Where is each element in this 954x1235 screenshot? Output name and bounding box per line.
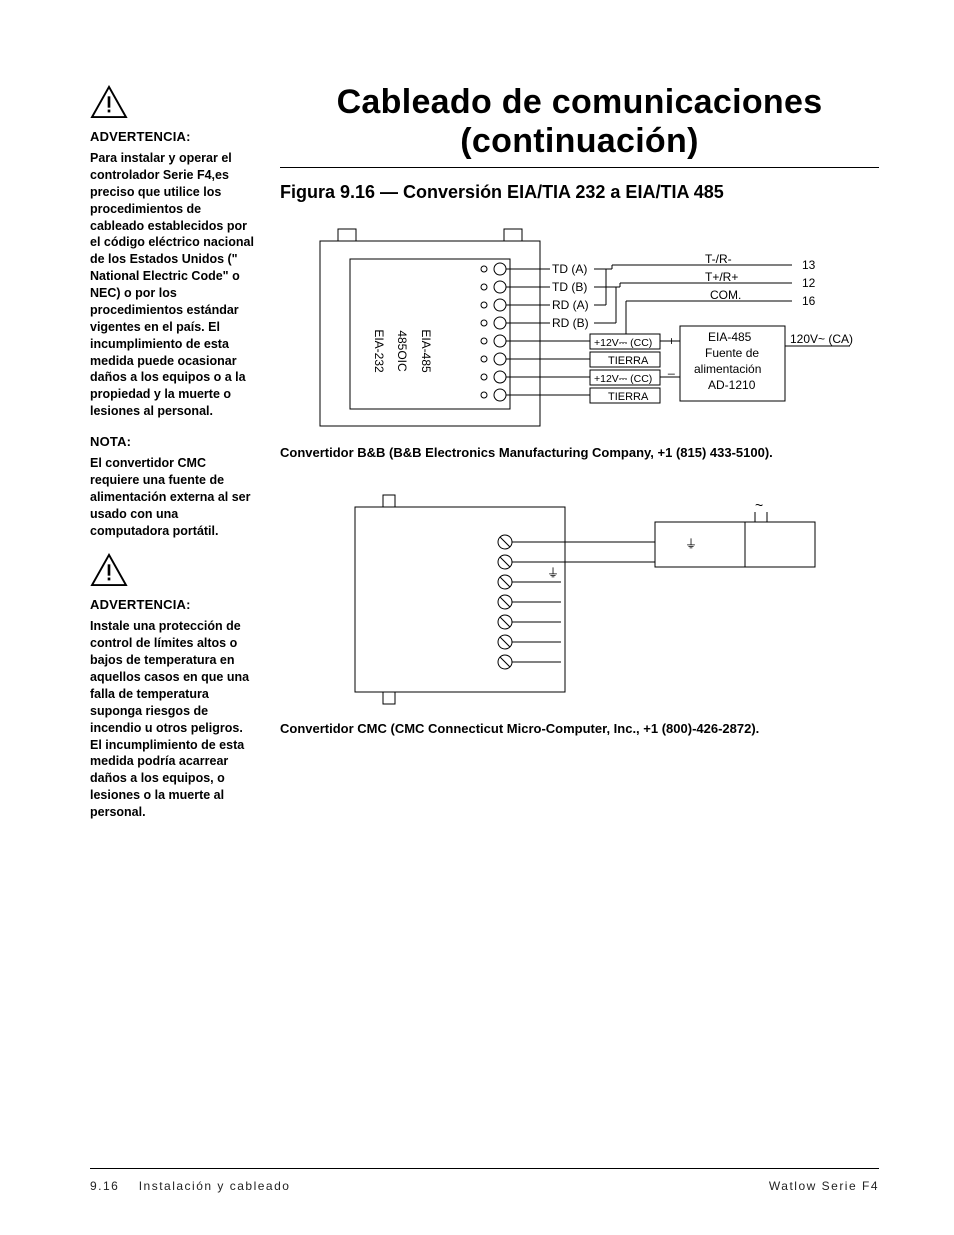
title-rule — [280, 167, 879, 168]
svg-text:13: 13 — [802, 258, 816, 272]
svg-text:T+/R+: T+/R+ — [705, 270, 738, 284]
warning-icon — [90, 85, 128, 119]
note-heading: NOTA: — [90, 434, 255, 449]
diagram-bb: EIA-232 485OIC EIA-485 — [280, 221, 879, 431]
main-content: Cableado de comunicaciones (continuación… — [280, 85, 879, 835]
svg-text:T-/R-: T-/R- — [705, 252, 732, 266]
svg-text:RD (A): RD (A) — [552, 298, 589, 312]
page-title: Cableado de comunicaciones (continuación… — [280, 83, 879, 161]
figure-heading: Figura 9.16 — Conversión EIA/TIA 232 a E… — [280, 182, 879, 203]
svg-text:Fuente de: Fuente de — [705, 346, 759, 360]
footer-section: Instalación y cableado — [139, 1179, 291, 1193]
warning1-body: Para instalar y operar el controlador Se… — [90, 150, 255, 420]
svg-text:12: 12 — [802, 276, 816, 290]
svg-text:TIERRA: TIERRA — [608, 391, 649, 403]
warning2-heading: ADVERTENCIA: — [90, 597, 255, 612]
sidebar: ADVERTENCIA: Para instalar y operar el c… — [90, 85, 255, 835]
caption-cmc: Convertidor CMC (CMC Connecticut Micro-C… — [280, 721, 879, 736]
svg-text:alimentación: alimentación — [694, 362, 761, 376]
warning-icon — [90, 553, 128, 587]
diagram-cmc: ~ ⏚ ⏚ — [280, 482, 879, 707]
svg-text:RD (B): RD (B) — [552, 316, 589, 330]
svg-text:⏚: ⏚ — [547, 566, 559, 580]
svg-text:TIERRA: TIERRA — [608, 355, 649, 367]
page-footer: 9.16 Instalación y cableado Watlow Serie… — [90, 1168, 879, 1193]
svg-text:+12V⎓ (CC): +12V⎓ (CC) — [594, 373, 652, 385]
svg-text:TD (A): TD (A) — [552, 262, 587, 276]
svg-text:+: + — [668, 334, 675, 348]
svg-text:EIA-485: EIA-485 — [708, 330, 752, 344]
svg-text:+12V⎓ (CC): +12V⎓ (CC) — [594, 337, 652, 349]
svg-text:485OIC: 485OIC — [395, 330, 409, 372]
svg-text:~: ~ — [755, 497, 763, 513]
svg-text:COM.: COM. — [710, 288, 741, 302]
svg-text:16: 16 — [802, 294, 816, 308]
footer-page-number: 9.16 — [90, 1179, 119, 1193]
footer-brand: Watlow Serie F4 — [769, 1179, 879, 1193]
warning1-heading: ADVERTENCIA: — [90, 129, 255, 144]
warning2-body: Instale una protección de control de lím… — [90, 618, 255, 821]
svg-text:EIA-232: EIA-232 — [372, 329, 386, 373]
svg-text:AD-1210: AD-1210 — [708, 378, 756, 392]
svg-text:TD (B): TD (B) — [552, 280, 587, 294]
svg-text:EIA-485: EIA-485 — [419, 329, 433, 373]
svg-text:_: _ — [667, 361, 675, 375]
caption-bb: Convertidor B&B (B&B Electronics Manufac… — [280, 445, 879, 460]
note-body: El convertidor CMC requiere una fuente d… — [90, 455, 255, 539]
svg-text:⏚: ⏚ — [685, 537, 697, 551]
svg-text:120V~ (CA): 120V~ (CA) — [790, 332, 853, 346]
